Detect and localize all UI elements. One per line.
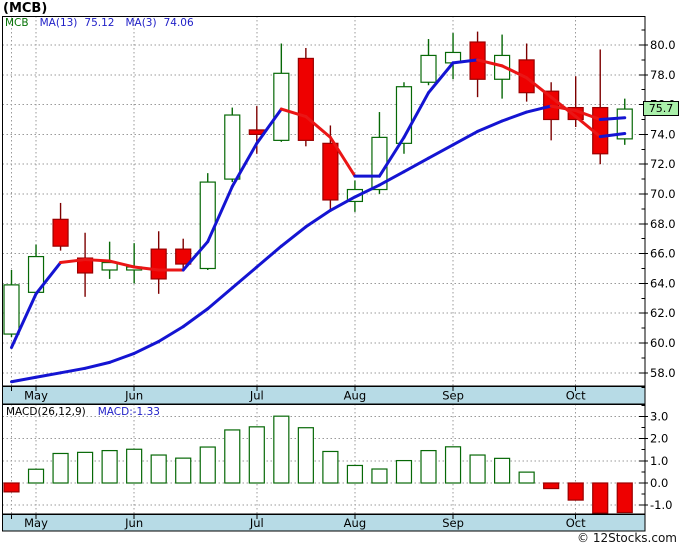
month-label: Jun	[124, 516, 143, 530]
macd-bar-positive	[297, 427, 314, 484]
price-tick-label: 70.0	[650, 187, 676, 201]
ma13-line	[598, 116, 627, 121]
price-tick-label: 80.0	[650, 38, 676, 52]
price-legend: MCB MA(13) 75.12 MA(3) 74.06	[5, 17, 205, 29]
ma13-line	[132, 340, 161, 355]
macd-bar-positive	[27, 468, 45, 484]
ma13-line	[451, 129, 480, 147]
price-tick-label: 66.0	[650, 247, 676, 261]
month-label: Oct	[566, 389, 586, 403]
macd-bar-positive	[395, 459, 413, 484]
month-label: Jul	[249, 516, 264, 530]
ma13-line	[255, 244, 283, 269]
month-label: Aug	[344, 389, 366, 403]
month-label: Sep	[442, 516, 464, 530]
candle-body-up	[273, 72, 290, 141]
macd-bar-negative	[543, 482, 560, 490]
price-tick-label: 74.0	[650, 127, 676, 141]
macd-legend: MACD(26,12,9) MACD:-1.33	[6, 406, 160, 418]
macd-bar-positive	[175, 457, 192, 484]
macd-tick-label: 3.0	[650, 409, 668, 423]
price-tick-label: 72.0	[650, 157, 676, 171]
month-label: May	[24, 516, 48, 530]
panel-border	[2, 16, 646, 387]
macd-bar-positive	[126, 448, 143, 484]
ma13-value: 75.12	[84, 17, 115, 29]
macd-bar-positive	[199, 446, 216, 484]
candle-body-up	[420, 54, 437, 83]
macd-bar-positive	[101, 449, 118, 484]
macd-current-value: MACD:-1.33	[97, 406, 160, 418]
ma13-line	[34, 371, 63, 379]
macd-bar-positive	[371, 468, 388, 484]
symbol-label: MCB	[5, 17, 29, 29]
month-label: Jul	[249, 389, 264, 403]
ma13-line	[83, 360, 112, 370]
ma13-line	[476, 119, 504, 133]
candle-body-up	[199, 181, 216, 270]
month-label: Jun	[124, 389, 143, 403]
ma3-value: 74.06	[163, 17, 194, 29]
ma13-line	[304, 208, 332, 229]
macd-bar-positive	[420, 449, 437, 484]
macd-bar-negative	[567, 482, 584, 501]
month-label: Aug	[344, 516, 366, 530]
macd-bar-positive	[444, 446, 462, 484]
ma3-line	[83, 258, 112, 263]
price-tick-label: 58.0	[650, 366, 676, 380]
macd-bar-positive	[469, 454, 486, 484]
month-label: Oct	[566, 516, 586, 530]
month-strip-bottom	[2, 514, 645, 531]
candle-body-down	[322, 142, 339, 201]
macd-bar-positive	[494, 457, 511, 484]
ma13-line	[59, 366, 87, 375]
macd-bar-positive	[52, 452, 69, 484]
current-price-badge: 75.7	[643, 101, 679, 116]
price-tick-label: 78.0	[650, 68, 676, 82]
macd-bar-positive	[76, 451, 94, 484]
macd-tick-label: 2.0	[650, 432, 668, 446]
ma13-label: MA(13)	[39, 17, 78, 29]
candle-body-down	[52, 218, 69, 247]
price-tick-label: 60.0	[650, 336, 676, 350]
price-tick-label: 64.0	[650, 276, 676, 290]
candle-body-up	[224, 114, 241, 180]
macd-bar-positive	[248, 426, 265, 484]
ma13-line	[279, 225, 308, 248]
ma13-line	[230, 265, 259, 290]
ma13-line	[157, 325, 185, 344]
macd-bar-positive	[518, 471, 535, 484]
ma13-line	[206, 286, 234, 311]
ma13-line	[108, 351, 136, 364]
macd-tick-label: -1.0	[650, 498, 672, 512]
macd-bar-positive	[346, 464, 364, 484]
macd-bar-positive	[224, 429, 241, 484]
macd-bar-positive	[150, 454, 167, 484]
macd-bar-negative	[592, 482, 609, 514]
price-tick-label: 68.0	[650, 217, 676, 231]
ma3-label: MA(3)	[125, 17, 157, 29]
month-label: May	[24, 389, 48, 403]
ma13-line	[10, 375, 38, 384]
stock-chart-canvas: May May Jun Jun Jul Jul Aug Aug Sep Sep Oct Oct 80.0…	[2, 16, 676, 532]
candle-body-down	[150, 248, 167, 280]
candle-body-up	[3, 284, 20, 335]
month-label: Sep	[442, 389, 464, 403]
candle-body-down	[297, 57, 314, 141]
macd-bar-positive	[322, 450, 339, 484]
stock-chart-page: (MCB) May May Jun Jun Jul Jul Aug Aug Sep Sep Oct O…	[0, 0, 680, 546]
macd-tick-label: 0.0	[650, 476, 668, 490]
macd-bar-positive	[273, 415, 290, 484]
macd-bar-negative	[3, 482, 20, 493]
ma13-line	[500, 110, 529, 123]
watermark: © 12Stocks.com	[577, 531, 677, 545]
ma13-line	[181, 307, 210, 329]
macd-params-label: MACD(26,12,9)	[6, 406, 86, 418]
macd-bar-negative	[616, 482, 633, 514]
ma13-line	[427, 143, 455, 160]
month-strip-top	[2, 386, 645, 404]
ma13-line	[402, 156, 431, 174]
price-tick-label: 62.0	[650, 306, 676, 320]
macd-tick-label: 1.0	[650, 454, 668, 468]
